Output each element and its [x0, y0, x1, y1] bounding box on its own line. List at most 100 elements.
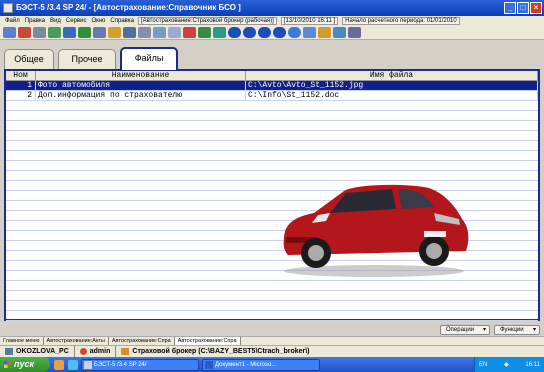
- context-label: [Автострахование:Страховой брокер (рабоч…: [137, 17, 277, 25]
- menu-edit[interactable]: Правка: [25, 18, 45, 24]
- status-db: Страховой брокер (C:\BAZY_BEST5\Ctrach_b…: [116, 346, 314, 358]
- chevron-down-icon: ▾: [482, 327, 486, 333]
- doctab-acts[interactable]: Автострахование:Акты: [44, 337, 109, 345]
- task-label: БЭСТ-5 /3.4 SP 24/: [94, 361, 147, 368]
- column-header-file[interactable]: Имя файла: [246, 71, 538, 80]
- empty-row: [6, 131, 538, 141]
- empty-row: [6, 281, 538, 291]
- column-header-num[interactable]: Ном: [6, 71, 36, 80]
- clock: 16:11: [525, 361, 540, 368]
- calc-icon[interactable]: [63, 27, 76, 38]
- menubar: Файл Правка Вид Сервис Окно Справка [Авт…: [0, 16, 544, 26]
- doctab-reference-active[interactable]: Автострахование:Спра: [174, 337, 241, 345]
- volume-icon[interactable]: ◆: [504, 361, 509, 368]
- word-icon: [205, 360, 213, 369]
- ie-icon[interactable]: [68, 359, 78, 370]
- taskbar: пуск БЭСТ-5 /3.4 SP 24/ Документ1 - Micr…: [0, 357, 544, 372]
- window-titlebar: БЭСТ-5 /3.4 SP 24/ - [Автострахование:Сп…: [0, 0, 544, 16]
- filter-icon[interactable]: [153, 27, 166, 38]
- database-path: Страховой брокер (C:\BAZY_BEST5\Ctrach_b…: [132, 348, 310, 355]
- new-icon[interactable]: [78, 27, 91, 38]
- empty-row: [6, 311, 538, 321]
- print-icon[interactable]: [3, 27, 16, 38]
- last-icon[interactable]: [273, 27, 286, 38]
- bottom-button-bar: Операции ▾ Функции ▾: [0, 324, 544, 336]
- task-label: Документ1 - Microso...: [215, 361, 277, 368]
- refresh-icon[interactable]: [213, 27, 226, 38]
- functions-dropdown[interactable]: Функции ▾: [494, 325, 540, 335]
- cell-name: Доп.информация по страхователю: [36, 91, 246, 100]
- menu-file[interactable]: Файл: [5, 18, 20, 24]
- tab-files[interactable]: Файлы: [120, 47, 178, 70]
- status-bar: OKOZLOVA_PC admin Страховой брокер (C:\B…: [0, 345, 544, 358]
- start-button[interactable]: пуск: [0, 357, 50, 372]
- minimize-button[interactable]: _: [504, 2, 516, 14]
- table-row[interactable]: 1 Фото автомобиля C:\Avto\Avto_St_1152.j…: [6, 81, 538, 91]
- edit-icon[interactable]: [48, 27, 61, 38]
- open-icon[interactable]: [108, 27, 121, 38]
- windows-flag-icon: [4, 361, 11, 368]
- empty-row: [6, 301, 538, 311]
- tab-strip: Общее Прочее Файлы: [4, 47, 540, 70]
- empty-row: [6, 101, 538, 111]
- window-title: БЭСТ-5 /3.4 SP 24/ - [Автострахование:Сп…: [16, 3, 241, 12]
- table-header: Ном Наименование Имя файла: [6, 71, 538, 81]
- question-icon[interactable]: [288, 27, 301, 38]
- operations-label: Операции: [446, 327, 475, 333]
- maximize-button[interactable]: □: [517, 2, 529, 14]
- doctab-main-menu[interactable]: Главное меню: [0, 337, 44, 345]
- menu-help[interactable]: Справка: [110, 18, 134, 24]
- tab-general[interactable]: Общее: [4, 49, 54, 69]
- language-indicator[interactable]: EN: [479, 362, 487, 368]
- menu-service[interactable]: Сервис: [66, 18, 87, 24]
- scissors-icon[interactable]: [183, 27, 196, 38]
- prev-icon[interactable]: [243, 27, 256, 38]
- empty-row: [6, 121, 538, 131]
- doctab-reference[interactable]: Автострахование:Спра: [109, 337, 175, 345]
- paste-icon[interactable]: [93, 27, 106, 38]
- operations-dropdown[interactable]: Операции ▾: [440, 325, 490, 335]
- next-icon[interactable]: [258, 27, 271, 38]
- car-photo: [283, 184, 469, 277]
- app-icon: [84, 360, 92, 369]
- chevron-down-icon: ▾: [532, 327, 536, 333]
- period-label: Начало расчетного периода: 01/01/2010: [342, 17, 460, 25]
- system-tray: EN ◆ 16:11: [474, 357, 544, 372]
- tool-icon[interactable]: [123, 27, 136, 38]
- menu-window[interactable]: Окно: [91, 18, 105, 24]
- tree-icon[interactable]: [198, 27, 211, 38]
- cell-file: C:\Avto\Avto_St_1152.jpg: [246, 81, 538, 90]
- user-icon: [79, 348, 87, 355]
- help-icon[interactable]: [138, 27, 151, 38]
- close-button[interactable]: ×: [530, 2, 542, 14]
- chart-icon[interactable]: [333, 27, 346, 38]
- export-icon[interactable]: [318, 27, 331, 38]
- app-icon: [3, 3, 13, 13]
- table-row[interactable]: 2 Доп.информация по страхователю C:\Info…: [6, 91, 538, 101]
- empty-row: [6, 291, 538, 301]
- computer-name: OKOZLOVA_PC: [16, 348, 69, 355]
- first-icon[interactable]: [228, 27, 241, 38]
- copy-icon[interactable]: [33, 27, 46, 38]
- tab-other[interactable]: Прочее: [58, 49, 116, 69]
- computer-icon: [5, 348, 13, 355]
- window-icon[interactable]: [303, 27, 316, 38]
- task-best5[interactable]: БЭСТ-5 /3.4 SP 24/: [81, 358, 199, 371]
- cell-num: 1: [6, 81, 36, 90]
- functions-label: Функции: [500, 327, 524, 333]
- cell-name: Фото автомобиля: [36, 81, 246, 90]
- quicklaunch-icon[interactable]: [54, 359, 64, 370]
- empty-row: [6, 141, 538, 151]
- toolbar: [0, 26, 544, 40]
- column-header-name[interactable]: Наименование: [36, 71, 246, 80]
- settings-icon[interactable]: [348, 27, 361, 38]
- menu-view[interactable]: Вид: [50, 18, 61, 24]
- printer-icon[interactable]: [18, 27, 31, 38]
- empty-row: [6, 111, 538, 121]
- start-label: пуск: [14, 359, 35, 369]
- task-word[interactable]: Документ1 - Microso...: [202, 358, 320, 371]
- filter-cancel-icon[interactable]: [168, 27, 181, 38]
- status-user: admin: [75, 345, 117, 358]
- database-icon: [121, 348, 130, 355]
- date-label: [13/10/2010 16:11 ]: [280, 17, 339, 25]
